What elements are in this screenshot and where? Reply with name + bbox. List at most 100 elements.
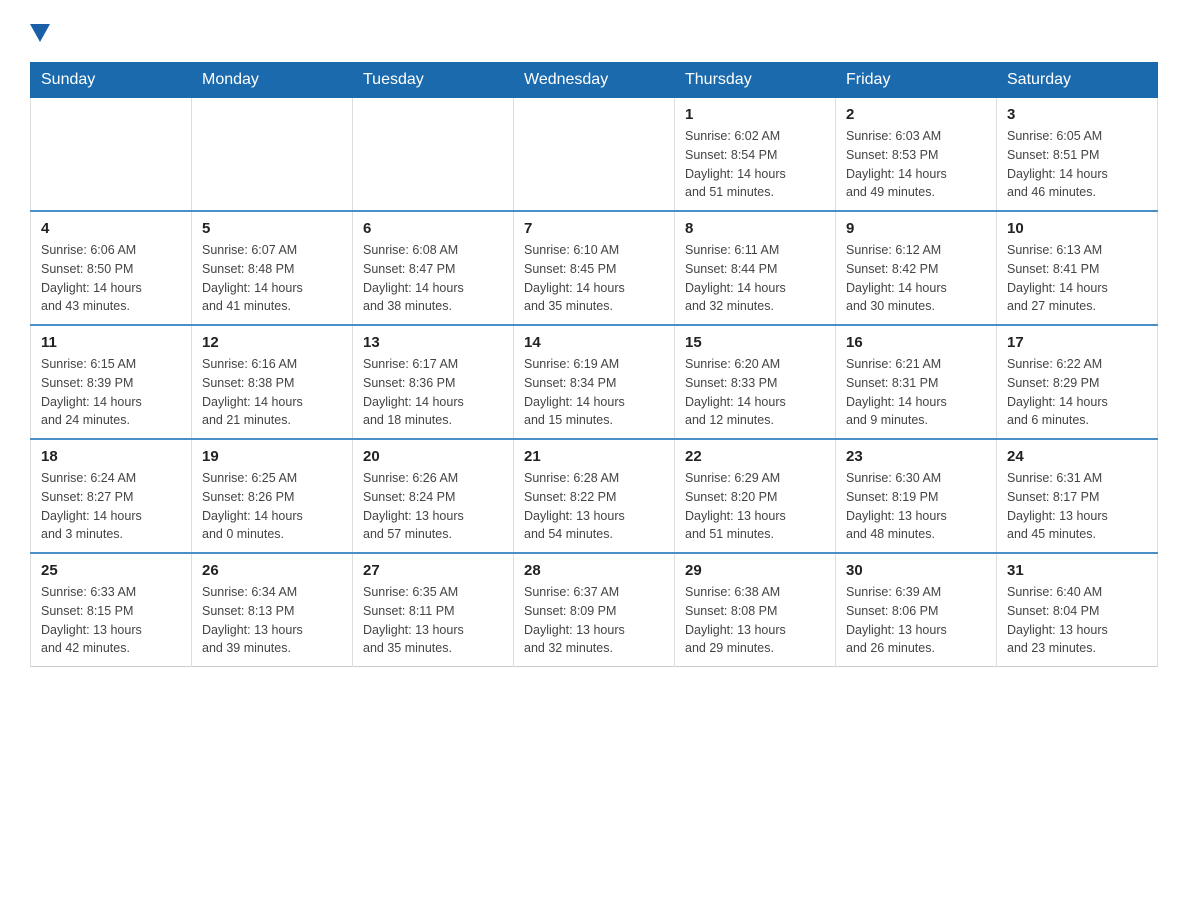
calendar-cell: 3 Sunrise: 6:05 AMSunset: 8:51 PMDaylight…: [997, 98, 1158, 212]
header-cell-wednesday: Wednesday: [514, 63, 675, 98]
calendar-cell: 20 Sunrise: 6:26 AMSunset: 8:24 PMDayligh…: [353, 439, 514, 553]
day-info: Sunrise: 6:30 AMSunset: 8:19 PMDaylight:…: [846, 469, 986, 544]
calendar-cell: 13 Sunrise: 6:17 AMSunset: 8:36 PMDayligh…: [353, 325, 514, 439]
calendar-cell: [353, 98, 514, 212]
day-number: 15: [685, 334, 825, 351]
calendar-cell: 26Sunrise: 6:34 AMSunset: 8:13 PMDayligh…: [192, 553, 353, 667]
day-info: Sunrise: 6:21 AMSunset: 8:31 PMDaylight:…: [846, 355, 986, 430]
day-number: 7: [524, 220, 664, 237]
page-header: [30, 20, 1158, 42]
day-number: 3: [1007, 106, 1147, 123]
day-number: 8: [685, 220, 825, 237]
day-info: Sunrise: 6:31 AMSunset: 8:17 PMDaylight:…: [1007, 469, 1147, 544]
day-info: Sunrise: 6:08 AMSunset: 8:47 PMDaylight:…: [363, 241, 503, 316]
day-number: 31: [1007, 562, 1147, 579]
day-info: Sunrise: 6:15 AMSunset: 8:39 PMDaylight:…: [41, 355, 181, 430]
day-info: Sunrise: 6:26 AMSunset: 8:24 PMDaylight:…: [363, 469, 503, 544]
day-number: 17: [1007, 334, 1147, 351]
day-number: 11: [41, 334, 181, 351]
calendar-cell: [192, 98, 353, 212]
day-info: Sunrise: 6:12 AMSunset: 8:42 PMDaylight:…: [846, 241, 986, 316]
calendar-cell: 25Sunrise: 6:33 AMSunset: 8:15 PMDayligh…: [31, 553, 192, 667]
calendar-cell: 19 Sunrise: 6:25 AMSunset: 8:26 PMDayligh…: [192, 439, 353, 553]
day-info: Sunrise: 6:17 AMSunset: 8:36 PMDaylight:…: [363, 355, 503, 430]
calendar-body: 1Sunrise: 6:02 AMSunset: 8:54 PMDaylight…: [31, 98, 1158, 667]
day-number: 12: [202, 334, 342, 351]
calendar-header: SundayMondayTuesdayWednesdayThursdayFrid…: [31, 63, 1158, 98]
calendar-cell: 17 Sunrise: 6:22 AMSunset: 8:29 PMDayligh…: [997, 325, 1158, 439]
header-cell-saturday: Saturday: [997, 63, 1158, 98]
calendar-cell: 29Sunrise: 6:38 AMSunset: 8:08 PMDayligh…: [675, 553, 836, 667]
calendar-cell: 24Sunrise: 6:31 AMSunset: 8:17 PMDayligh…: [997, 439, 1158, 553]
day-number: 22: [685, 448, 825, 465]
day-number: 16: [846, 334, 986, 351]
day-number: 5: [202, 220, 342, 237]
day-number: 28: [524, 562, 664, 579]
day-info: Sunrise: 6:35 AMSunset: 8:11 PMDaylight:…: [363, 583, 503, 658]
calendar-cell: 11 Sunrise: 6:15 AMSunset: 8:39 PMDayligh…: [31, 325, 192, 439]
calendar-cell: 5Sunrise: 6:07 AMSunset: 8:48 PMDaylight…: [192, 211, 353, 325]
day-info: Sunrise: 6:03 AMSunset: 8:53 PMDaylight:…: [846, 127, 986, 202]
day-number: 30: [846, 562, 986, 579]
logo-triangle-icon: [30, 24, 50, 42]
day-info: Sunrise: 6:40 AMSunset: 8:04 PMDaylight:…: [1007, 583, 1147, 658]
calendar-cell: 27 Sunrise: 6:35 AMSunset: 8:11 PMDayligh…: [353, 553, 514, 667]
calendar-cell: 1Sunrise: 6:02 AMSunset: 8:54 PMDaylight…: [675, 98, 836, 212]
calendar-week-2: 4 Sunrise: 6:06 AMSunset: 8:50 PMDaylight…: [31, 211, 1158, 325]
header-cell-friday: Friday: [836, 63, 997, 98]
day-number: 23: [846, 448, 986, 465]
day-number: 13: [363, 334, 503, 351]
day-number: 20: [363, 448, 503, 465]
calendar-cell: 10 Sunrise: 6:13 AMSunset: 8:41 PMDayligh…: [997, 211, 1158, 325]
calendar-cell: 8 Sunrise: 6:11 AMSunset: 8:44 PMDaylight…: [675, 211, 836, 325]
calendar-table: SundayMondayTuesdayWednesdayThursdayFrid…: [30, 62, 1158, 667]
day-number: 21: [524, 448, 664, 465]
day-number: 2: [846, 106, 986, 123]
day-info: Sunrise: 6:10 AMSunset: 8:45 PMDaylight:…: [524, 241, 664, 316]
calendar-cell: 16 Sunrise: 6:21 AMSunset: 8:31 PMDayligh…: [836, 325, 997, 439]
calendar-cell: 2 Sunrise: 6:03 AMSunset: 8:53 PMDaylight…: [836, 98, 997, 212]
day-number: 19: [202, 448, 342, 465]
day-info: Sunrise: 6:20 AMSunset: 8:33 PMDaylight:…: [685, 355, 825, 430]
logo: [30, 20, 50, 42]
calendar-cell: 15 Sunrise: 6:20 AMSunset: 8:33 PMDayligh…: [675, 325, 836, 439]
calendar-cell: 12Sunrise: 6:16 AMSunset: 8:38 PMDayligh…: [192, 325, 353, 439]
calendar-cell: 6Sunrise: 6:08 AMSunset: 8:47 PMDaylight…: [353, 211, 514, 325]
day-info: Sunrise: 6:24 AMSunset: 8:27 PMDaylight:…: [41, 469, 181, 544]
day-number: 27: [363, 562, 503, 579]
header-cell-monday: Monday: [192, 63, 353, 98]
day-info: Sunrise: 6:05 AMSunset: 8:51 PMDaylight:…: [1007, 127, 1147, 202]
day-info: Sunrise: 6:37 AMSunset: 8:09 PMDaylight:…: [524, 583, 664, 658]
day-number: 14: [524, 334, 664, 351]
calendar-cell: 31 Sunrise: 6:40 AMSunset: 8:04 PMDayligh…: [997, 553, 1158, 667]
day-info: Sunrise: 6:13 AMSunset: 8:41 PMDaylight:…: [1007, 241, 1147, 316]
day-info: Sunrise: 6:11 AMSunset: 8:44 PMDaylight:…: [685, 241, 825, 316]
calendar-cell: [31, 98, 192, 212]
day-info: Sunrise: 6:33 AMSunset: 8:15 PMDaylight:…: [41, 583, 181, 658]
calendar-cell: [514, 98, 675, 212]
calendar-week-4: 18Sunrise: 6:24 AMSunset: 8:27 PMDayligh…: [31, 439, 1158, 553]
day-info: Sunrise: 6:34 AMSunset: 8:13 PMDaylight:…: [202, 583, 342, 658]
calendar-cell: 22Sunrise: 6:29 AMSunset: 8:20 PMDayligh…: [675, 439, 836, 553]
calendar-cell: 14Sunrise: 6:19 AMSunset: 8:34 PMDayligh…: [514, 325, 675, 439]
day-number: 10: [1007, 220, 1147, 237]
header-cell-tuesday: Tuesday: [353, 63, 514, 98]
header-row: SundayMondayTuesdayWednesdayThursdayFrid…: [31, 63, 1158, 98]
day-info: Sunrise: 6:02 AMSunset: 8:54 PMDaylight:…: [685, 127, 825, 202]
calendar-cell: 28 Sunrise: 6:37 AMSunset: 8:09 PMDayligh…: [514, 553, 675, 667]
calendar-cell: 30Sunrise: 6:39 AMSunset: 8:06 PMDayligh…: [836, 553, 997, 667]
calendar-cell: 7 Sunrise: 6:10 AMSunset: 8:45 PMDaylight…: [514, 211, 675, 325]
day-info: Sunrise: 6:06 AMSunset: 8:50 PMDaylight:…: [41, 241, 181, 316]
day-info: Sunrise: 6:28 AMSunset: 8:22 PMDaylight:…: [524, 469, 664, 544]
day-number: 4: [41, 220, 181, 237]
calendar-cell: 23 Sunrise: 6:30 AMSunset: 8:19 PMDayligh…: [836, 439, 997, 553]
day-number: 9: [846, 220, 986, 237]
day-info: Sunrise: 6:22 AMSunset: 8:29 PMDaylight:…: [1007, 355, 1147, 430]
header-cell-sunday: Sunday: [31, 63, 192, 98]
day-info: Sunrise: 6:38 AMSunset: 8:08 PMDaylight:…: [685, 583, 825, 658]
calendar-week-3: 11 Sunrise: 6:15 AMSunset: 8:39 PMDayligh…: [31, 325, 1158, 439]
header-cell-thursday: Thursday: [675, 63, 836, 98]
calendar-cell: 18Sunrise: 6:24 AMSunset: 8:27 PMDayligh…: [31, 439, 192, 553]
day-info: Sunrise: 6:25 AMSunset: 8:26 PMDaylight:…: [202, 469, 342, 544]
calendar-cell: 4 Sunrise: 6:06 AMSunset: 8:50 PMDaylight…: [31, 211, 192, 325]
